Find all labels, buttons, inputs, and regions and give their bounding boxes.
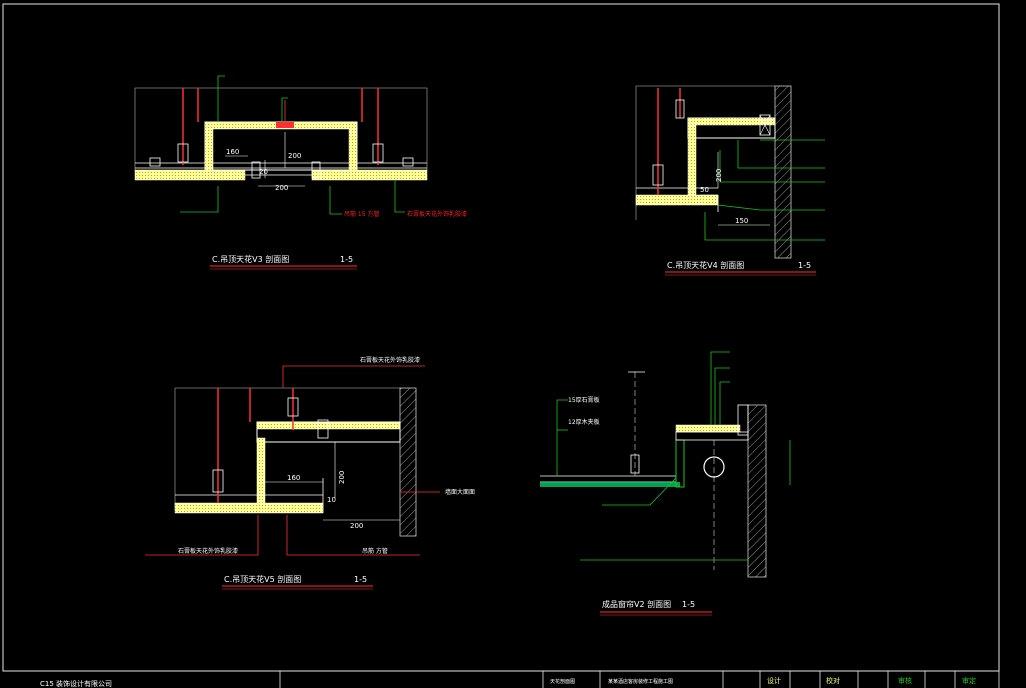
v4-title: C.吊顶天花V4 剖面图 <box>667 260 744 270</box>
cad-drawing-canvas: 160 20 200 200 吊筋 15 方管 石膏板天花外饰乳胶漆 C.吊顶天… <box>2 3 1000 688</box>
v5-label-wall: 墙面大面面 <box>445 488 475 496</box>
v2-scale: 1-5 <box>682 600 695 609</box>
title-sign-1: 设计 <box>767 676 781 685</box>
v4-dim-50: 50 <box>700 186 709 194</box>
title-drawing-name: 天花剖面图 <box>550 678 575 685</box>
v3-dim-20: 20 <box>259 168 268 176</box>
v3-label-paint: 石膏板天花外饰乳胶漆 <box>407 210 467 218</box>
v3-label-hanger: 吊筋 15 方管 <box>344 210 379 218</box>
detail-v4 <box>635 85 825 276</box>
detail-v2 <box>540 351 791 616</box>
title-sign-4: 审定 <box>962 676 976 685</box>
v3-title: C.吊顶天花V3 剖面图 <box>212 254 289 264</box>
detail-v3 <box>134 75 428 270</box>
v5-dim-160: 160 <box>287 474 300 482</box>
title-sign-2: 校对 <box>826 676 840 685</box>
v5-label-top: 石膏板天花外饰乳胶漆 <box>360 356 420 364</box>
v4-dim-200: 200 <box>715 169 723 182</box>
sheet-frame <box>2 3 1000 672</box>
title-sign-3: 审核 <box>898 676 912 685</box>
v4-dim-150: 150 <box>735 217 748 225</box>
v5-scale: 1-5 <box>354 575 367 584</box>
v3-dim-200: 200 <box>275 184 288 192</box>
v5-dim-200: 200 <box>350 522 363 530</box>
title-company: C15 装饰设计有限公司 <box>40 679 112 688</box>
v3-scale: 1-5 <box>340 255 353 264</box>
v4-scale: 1-5 <box>798 261 811 270</box>
v2-title: 成品窗帘V2 剖面图 <box>602 599 671 609</box>
v2-label-2: 12厚木夹板 <box>568 418 600 426</box>
v5-dim-200-vert: 200 <box>338 471 346 484</box>
v5-title: C.吊顶天花V5 剖面图 <box>224 574 301 584</box>
v2-label-1: 15厚石膏板 <box>568 396 600 404</box>
title-project: 某某酒店客房装修工程施工图 <box>608 678 673 685</box>
v5-dim-10: 10 <box>327 496 336 504</box>
v3-dim-160: 160 <box>226 148 239 156</box>
v5-label-bottom: 石膏板天花外饰乳胶漆 <box>178 547 238 555</box>
v3-dim-200-vert: 200 <box>288 152 301 160</box>
v5-label-hanger: 吊筋 方管 <box>362 547 388 555</box>
